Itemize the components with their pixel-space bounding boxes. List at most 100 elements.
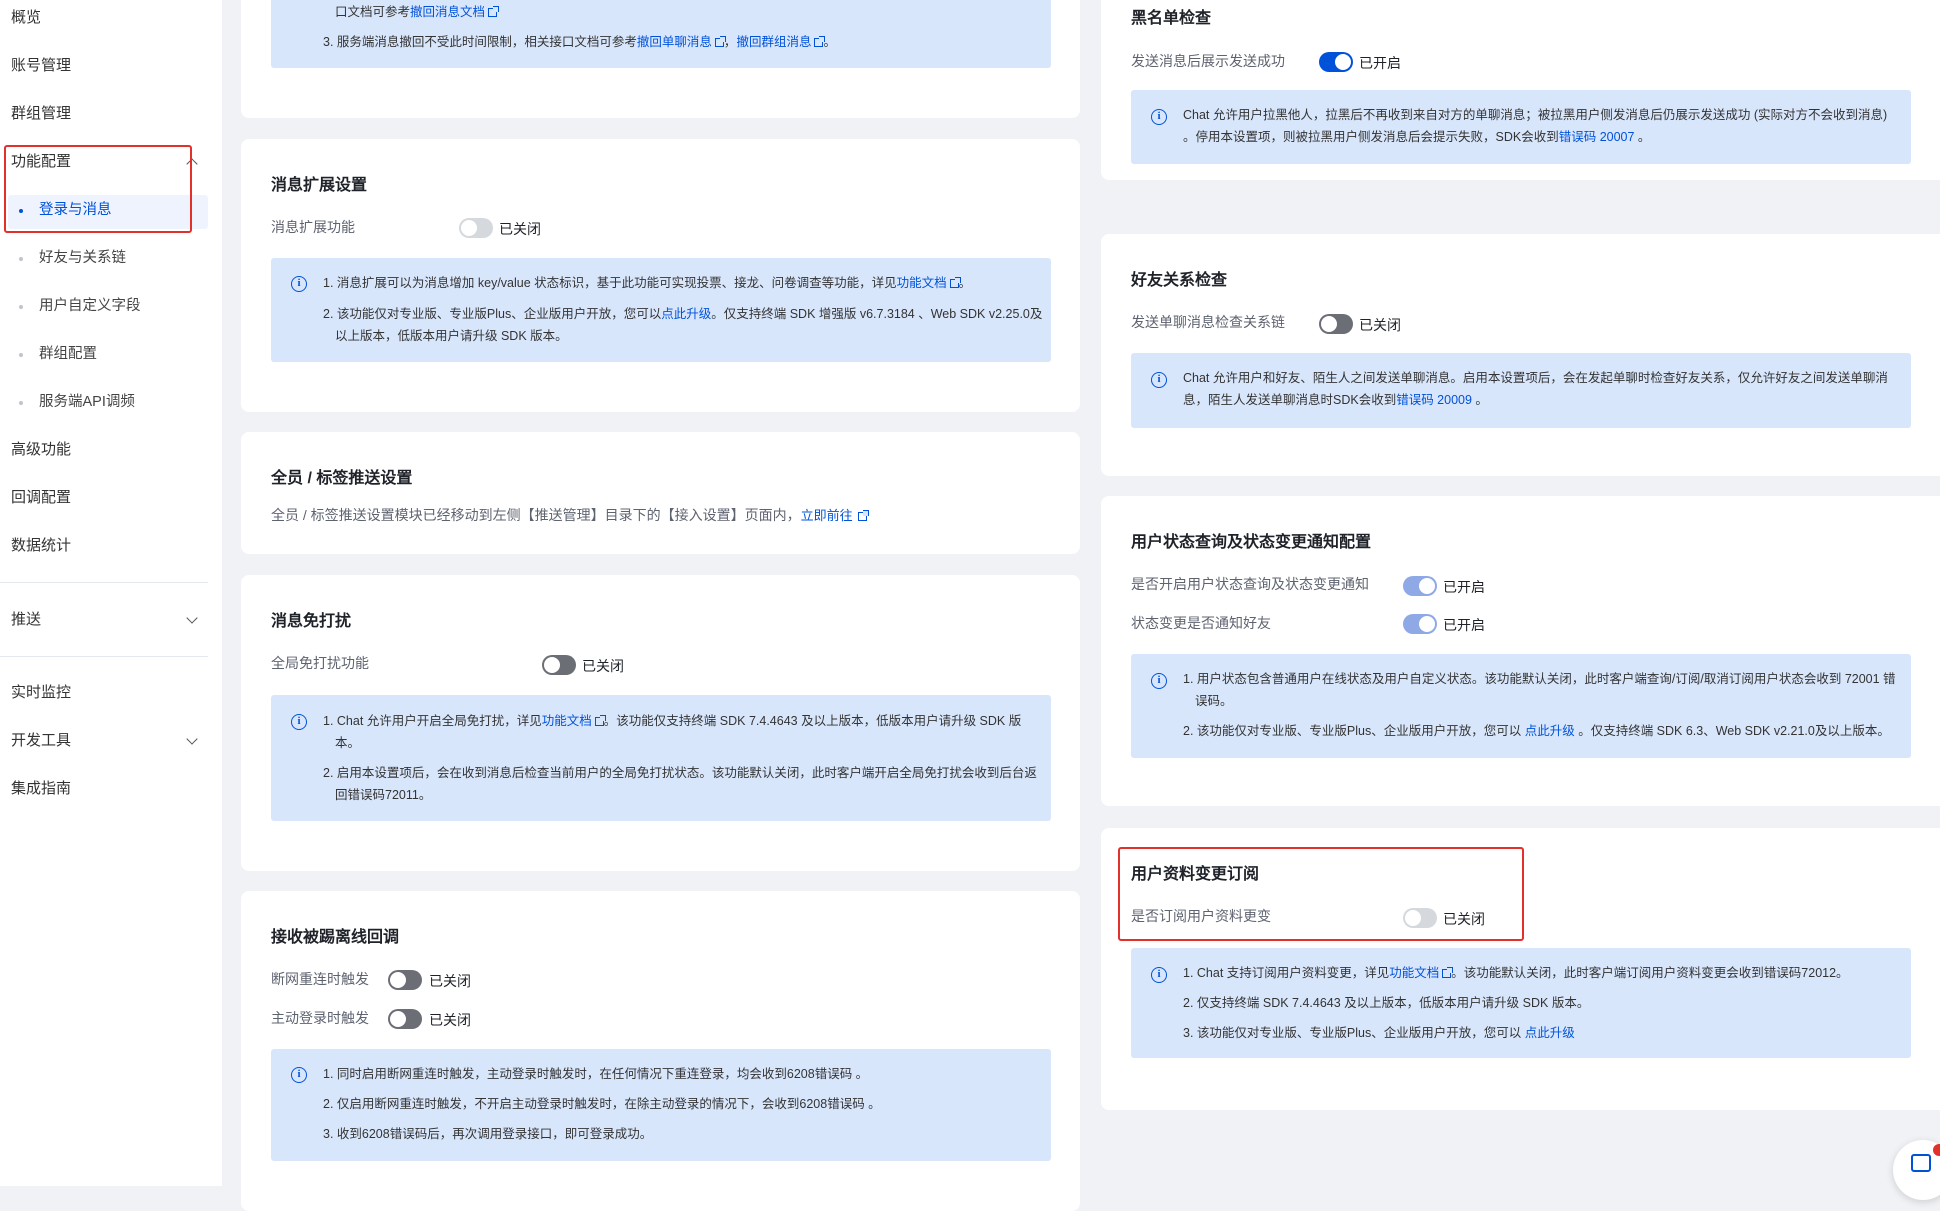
recall-group-link[interactable]: 撤回群组消息 bbox=[736, 35, 811, 49]
kick-reconnect-toggle[interactable] bbox=[388, 970, 422, 990]
external-link-icon bbox=[949, 277, 961, 288]
status-card: 用户状态查询及状态变更通知配置 是否开启用户状态查询及状态变更通知 已开启 状态… bbox=[1101, 496, 1940, 806]
nav-login-message[interactable]: 登录与消息 bbox=[39, 200, 112, 220]
info-icon: i bbox=[291, 714, 307, 730]
profile-toggle[interactable] bbox=[1403, 908, 1437, 928]
info-box: i 1. 同时启用断网重连时触发，主动登录时触发时，在任何情况下重连登录，均会收… bbox=[271, 1049, 1051, 1161]
info-box: i Chat 允许用户和好友、陌生人之间发送单聊消息。启用本设置项后，会在发起单… bbox=[1131, 353, 1911, 428]
feature-doc-link[interactable]: 功能文档 bbox=[1389, 966, 1439, 980]
status-query-state: 已开启 bbox=[1443, 579, 1485, 595]
go-now-link[interactable]: 立即前往 bbox=[801, 508, 853, 523]
nav-overview[interactable]: 概览 bbox=[11, 8, 41, 28]
chevron-down-icon[interactable] bbox=[186, 612, 198, 624]
nav-feature-config[interactable]: 功能配置 bbox=[11, 152, 71, 172]
profile-title: 用户资料变更订阅 bbox=[1131, 866, 1260, 883]
status-query-toggle[interactable] bbox=[1403, 576, 1437, 596]
profile-state: 已关闭 bbox=[1443, 911, 1485, 927]
dnd-toggle[interactable] bbox=[542, 655, 576, 675]
notification-badge bbox=[1933, 1144, 1940, 1156]
nav-monitor[interactable]: 实时监控 bbox=[11, 683, 71, 703]
kick-login-state: 已关闭 bbox=[429, 1012, 471, 1028]
info-text: 1. 消息扩展可以为消息增加 key/value 状态标识，基于此功能可实现投票… bbox=[323, 276, 897, 290]
status-friends-toggle[interactable] bbox=[1403, 614, 1437, 634]
status-title: 用户状态查询及状态变更通知配置 bbox=[1131, 534, 1372, 551]
chevron-up-icon[interactable] bbox=[186, 158, 198, 170]
external-link-icon[interactable] bbox=[857, 510, 869, 521]
ext-state: 已关闭 bbox=[499, 221, 541, 237]
bullet-icon bbox=[19, 209, 23, 213]
feature-doc-link[interactable]: 功能文档 bbox=[897, 276, 947, 290]
nav-stats[interactable]: 数据统计 bbox=[11, 536, 71, 556]
ext-toggle[interactable] bbox=[459, 218, 493, 238]
dnd-title: 消息免打扰 bbox=[271, 613, 352, 630]
info-box: i 1. 消息扩展可以为消息增加 key/value 状态标识，基于此功能可实现… bbox=[271, 258, 1051, 362]
upgrade-link[interactable]: 点此升级 bbox=[1525, 724, 1575, 738]
recall-c2c-link[interactable]: 撤回单聊消息 bbox=[637, 35, 712, 49]
friend-title: 好友关系检查 bbox=[1131, 272, 1228, 289]
blacklist-toggle[interactable] bbox=[1319, 52, 1353, 72]
nav-guide[interactable]: 集成指南 bbox=[11, 779, 71, 799]
external-link-icon bbox=[814, 36, 826, 47]
info-box: i 1. Chat 允许用户开启全局免打扰，详见功能文档 。该功能仅支持终端 SD… bbox=[271, 695, 1051, 821]
bullet-icon bbox=[19, 305, 23, 309]
upgrade-link[interactable]: 点此升级 bbox=[1525, 1026, 1575, 1040]
nav-group-config[interactable]: 群组配置 bbox=[39, 344, 97, 364]
kick-label-reconnect: 断网重连时触发 bbox=[271, 971, 369, 987]
status-friends-state: 已开启 bbox=[1443, 617, 1485, 633]
info-icon: i bbox=[1151, 109, 1167, 125]
kick-label-login: 主动登录时触发 bbox=[271, 1010, 369, 1026]
info-text: 2. 该功能仅对专业版、专业版Plus、企业版用户开放，您可以 bbox=[323, 307, 662, 321]
info-text: 。 bbox=[1471, 393, 1488, 407]
feature-doc-link[interactable]: 功能文档 bbox=[542, 714, 592, 728]
friend-toggle[interactable] bbox=[1319, 314, 1353, 334]
profile-label: 是否订阅用户资料更变 bbox=[1131, 908, 1271, 924]
nav-devtools[interactable]: 开发工具 bbox=[11, 731, 71, 751]
chevron-down-icon[interactable] bbox=[186, 733, 198, 745]
bullet-icon bbox=[19, 353, 23, 357]
info-text: 。该功能仅支持终端 SDK 7.4.4643 及以上版本，低版本用户请升级 SD… bbox=[603, 714, 1022, 728]
info-text: 2. 仅启用断网重连时触发，不开启主动登录时触发时，在除主动登录的情况下，会收到… bbox=[323, 1097, 881, 1111]
ext-card: 消息扩展设置 消息扩展功能 已关闭 i 1. 消息扩展可以为消息增加 key/v… bbox=[241, 139, 1080, 412]
dnd-state: 已关闭 bbox=[582, 658, 624, 674]
upgrade-link[interactable]: 点此升级 bbox=[661, 307, 711, 321]
info-box: i 1. Chat 支持订阅用户资料变更，详见功能文档 。该功能默认关闭，此时客户… bbox=[1131, 948, 1911, 1058]
nav-group[interactable]: 群组管理 bbox=[11, 104, 71, 124]
info-text: Chat 允许用户和好友、陌生人之间发送单聊消息。启用本设置项后，会在发起单聊时… bbox=[1183, 371, 1888, 385]
recall-doc-link[interactable]: 撤回消息文档 bbox=[410, 5, 485, 19]
error-code-link[interactable]: 错误码 20009 bbox=[1396, 393, 1472, 407]
allpush-desc: 全员 / 标签推送设置模块已经移动到左侧【推送管理】目录下的【接入设置】页面内， bbox=[271, 507, 801, 523]
blacklist-card: 黑名单检查 发送消息后展示发送成功 已开启 i Chat 允许用户拉黑他人，拉黑… bbox=[1101, 0, 1940, 180]
nav-push[interactable]: 推送 bbox=[11, 610, 41, 630]
info-text: 1. Chat 支持订阅用户资料变更，详见 bbox=[1183, 966, 1390, 980]
nav-callback[interactable]: 回调配置 bbox=[11, 488, 71, 508]
divider bbox=[0, 582, 208, 583]
nav-custom-fields[interactable]: 用户自定义字段 bbox=[39, 296, 141, 316]
kick-login-toggle[interactable] bbox=[388, 1009, 422, 1029]
info-text: 。停用本设置项，则被拉黑用户侧发消息后会提示失败，SDK会收到 bbox=[1183, 130, 1559, 144]
friend-state: 已关闭 bbox=[1359, 317, 1401, 333]
nav-advanced[interactable]: 高级功能 bbox=[11, 440, 71, 460]
kick-card: 接收被踢离线回调 断网重连时触发 已关闭 主动登录时触发 已关闭 i 1. 同时… bbox=[241, 891, 1080, 1211]
info-text: 本。 bbox=[335, 736, 361, 750]
error-code-link[interactable]: 错误码 20007 bbox=[1559, 130, 1635, 144]
blacklist-label: 发送消息后展示发送成功 bbox=[1131, 53, 1285, 69]
info-box: i Chat 允许用户拉黑他人，拉黑后不再收到来自对方的单聊消息；被拉黑用户侧发… bbox=[1131, 90, 1911, 164]
info-icon: i bbox=[1151, 673, 1167, 689]
nav-account[interactable]: 账号管理 bbox=[11, 56, 71, 76]
info-text: 。该功能默认关闭，此时客户端订阅用户资料变更会收到错误码72012。 bbox=[1451, 966, 1849, 980]
bullet-icon bbox=[19, 401, 23, 405]
profile-card: 用户资料变更订阅 是否订阅用户资料更变 已关闭 i 1. Chat 支持订阅用户… bbox=[1101, 828, 1940, 1110]
info-box: 口文档可参考撤回消息文档 3. 服务端消息撤回不受此时间限制，相关接口文档可参考… bbox=[271, 0, 1051, 68]
ext-title: 消息扩展设置 bbox=[271, 177, 368, 194]
kick-reconnect-state: 已关闭 bbox=[429, 973, 471, 989]
recall-card: 口文档可参考撤回消息文档 3. 服务端消息撤回不受此时间限制，相关接口文档可参考… bbox=[241, 0, 1080, 118]
info-text: 1. Chat 允许用户开启全局免打扰，详见 bbox=[323, 714, 542, 728]
info-text: 。 bbox=[1634, 130, 1651, 144]
dnd-card: 消息免打扰 全局免打扰功能 已关闭 i 1. Chat 允许用户开启全局免打扰，… bbox=[241, 575, 1080, 871]
info-text: 回错误码72011。 bbox=[335, 788, 432, 802]
nav-friends[interactable]: 好友与关系链 bbox=[39, 248, 126, 268]
info-text: Chat 允许用户拉黑他人，拉黑后不再收到来自对方的单聊消息；被拉黑用户侧发消息… bbox=[1183, 108, 1888, 122]
nav-server-api[interactable]: 服务端API调频 bbox=[39, 392, 135, 412]
external-link-icon bbox=[1442, 967, 1454, 978]
feedback-button[interactable] bbox=[1893, 1140, 1940, 1200]
